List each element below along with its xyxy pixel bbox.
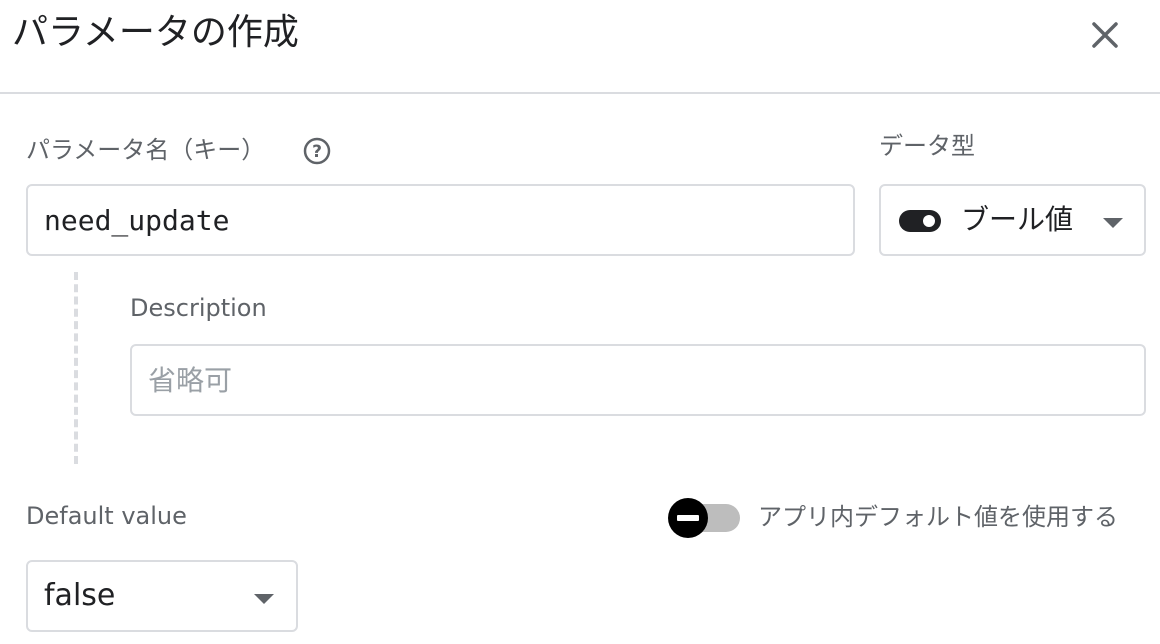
- in-app-default-label: アプリ内デフォルト値を使用する: [758, 503, 1118, 531]
- close-button[interactable]: [1082, 12, 1128, 58]
- svg-text:?: ?: [312, 142, 322, 162]
- param-key-label: パラメータ名（キー）: [26, 136, 266, 164]
- close-icon: [1092, 22, 1118, 48]
- default-value-text: false: [44, 578, 116, 613]
- data-type-select[interactable]: ブール値: [879, 184, 1146, 256]
- chevron-down-icon: [254, 594, 274, 604]
- nested-section-divider: [74, 272, 78, 464]
- param-key-input[interactable]: [26, 184, 855, 256]
- default-value-select[interactable]: false: [26, 560, 298, 632]
- toggle-icon: [899, 210, 941, 232]
- dialog-header: パラメータの作成: [0, 0, 1160, 94]
- minus-icon: [677, 515, 699, 521]
- in-app-default-toggle[interactable]: [668, 496, 744, 540]
- chevron-down-icon: [1103, 218, 1123, 228]
- toggle-knob: [668, 498, 708, 538]
- description-input[interactable]: [130, 344, 1146, 416]
- description-label: Description: [130, 294, 267, 322]
- dialog-title: パラメータの作成: [12, 12, 299, 53]
- default-value-label: Default value: [26, 502, 187, 530]
- data-type-value: ブール値: [961, 203, 1074, 236]
- data-type-label: データ型: [879, 132, 975, 160]
- help-icon[interactable]: ?: [302, 136, 332, 166]
